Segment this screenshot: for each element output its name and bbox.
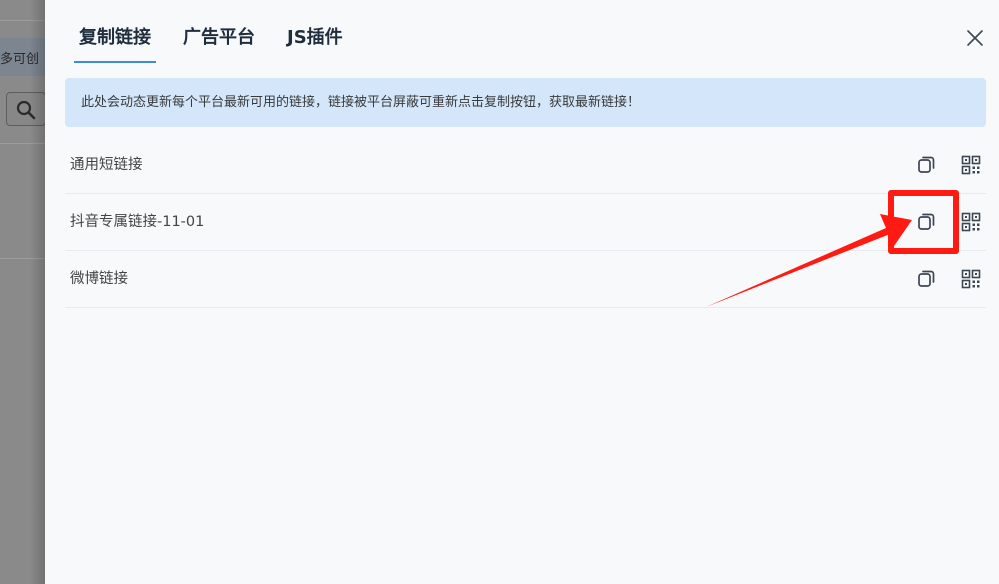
link-label: 微博链接: [70, 271, 128, 287]
qrcode-icon: [961, 212, 981, 232]
tab-js-plugin[interactable]: JS插件: [282, 0, 348, 64]
close-button[interactable]: [965, 28, 985, 48]
qrcode-button[interactable]: [960, 154, 982, 176]
qrcode-icon: [961, 155, 981, 175]
annotation-highlight-box: [888, 190, 959, 254]
qrcode-button[interactable]: [960, 211, 982, 233]
link-row: 通用短链接: [65, 137, 986, 194]
link-row: 微博链接: [65, 251, 986, 308]
qrcode-icon: [961, 269, 981, 289]
info-notice: 此处会动态更新每个平台最新可用的链接，链接被平台屏蔽可重新点击复制按钮，获取最新…: [65, 78, 986, 127]
copy-icon: [918, 156, 935, 173]
close-icon: [967, 30, 983, 46]
copy-button[interactable]: [915, 268, 937, 290]
copy-button[interactable]: [915, 154, 937, 176]
link-label: 抖音专属链接-11-01: [70, 214, 205, 230]
tab-ad-platform[interactable]: 广告平台: [178, 0, 260, 64]
copy-icon: [918, 270, 935, 287]
qrcode-button[interactable]: [960, 268, 982, 290]
link-drawer: 复制链接 广告平台 JS插件 此处会动态更新每个平台最新可用的链接，链接被平台屏…: [45, 0, 999, 584]
drawer-tabs: 复制链接 广告平台 JS插件: [74, 0, 370, 64]
link-list: 通用短链接 抖音专属链接-11-01 微博链接: [65, 137, 986, 308]
link-row: 抖音专属链接-11-01: [65, 194, 986, 251]
link-label: 通用短链接: [70, 157, 143, 173]
tab-copy-link[interactable]: 复制链接: [74, 0, 156, 64]
drawer-shadow: [30, 0, 45, 584]
